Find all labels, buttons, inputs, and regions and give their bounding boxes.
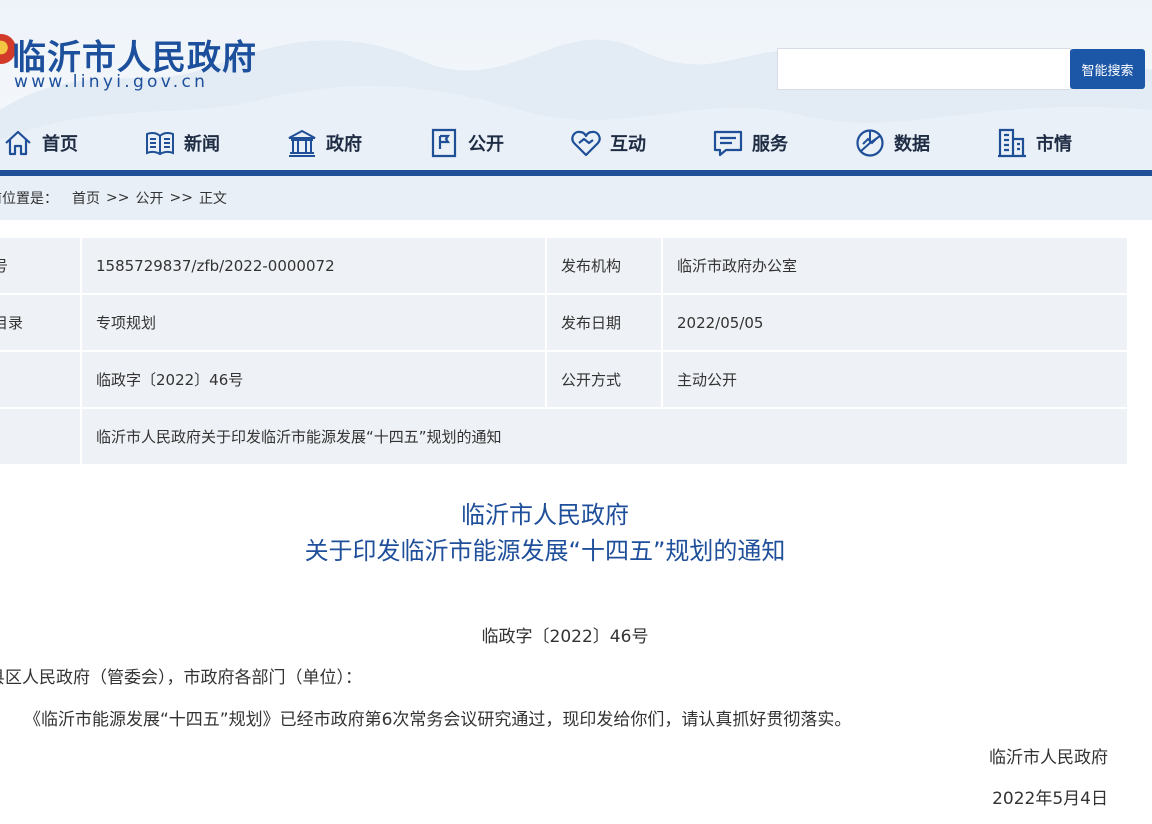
site-header: 临沂市人民政府 www.linyi.gov.cn 智能搜索 首页 新闻 政府 公… [0, 0, 1152, 176]
document-title: 临沂市人民政府 关于印发临沂市能源发展“十四五”规划的通知 [0, 497, 1090, 569]
meta-value: 临沂市政府办公室 [661, 238, 1127, 293]
document-signature: 临沂市人民政府 [989, 748, 1108, 768]
home-icon [5, 130, 31, 156]
meta-value: 临政字〔2022〕46号 [80, 352, 545, 407]
document-date: 2022年5月4日 [992, 789, 1108, 809]
meta-key: 号 [0, 352, 80, 407]
site-domain: www.linyi.gov.cn [14, 72, 209, 92]
nav-item-label: 政府 [326, 134, 362, 155]
nav-item-city[interactable]: 市情 [996, 120, 1072, 166]
nav-item-data[interactable]: 数据 [854, 120, 930, 166]
meta-key: 开目录 [0, 295, 80, 350]
site-logo[interactable]: 临沂市人民政府 www.linyi.gov.cn [0, 30, 286, 96]
nav-item-label: 市情 [1036, 134, 1072, 155]
meta-key: 引号 [0, 238, 80, 293]
breadcrumb-separator: >> [169, 190, 193, 206]
nav-item-label: 服务 [752, 134, 788, 155]
breadcrumb-link-disclosure[interactable]: 公开 [135, 188, 163, 208]
meta-key: 公开方式 [545, 352, 661, 407]
document-title-line1: 临沂市人民政府 [461, 501, 629, 529]
news-icon [146, 131, 174, 156]
nav-item-disclosure[interactable]: 公开 [428, 120, 504, 166]
meta-value: 2022/05/05 [661, 295, 1127, 350]
nav-item-interaction[interactable]: 互动 [570, 120, 646, 166]
data-icon [856, 129, 884, 157]
nav-item-label: 数据 [894, 134, 930, 155]
main-nav: 首页 新闻 政府 公开 互动 服务 数据 市情 [0, 120, 1152, 166]
search-input[interactable] [777, 48, 1071, 90]
nav-item-label: 首页 [42, 134, 78, 155]
nav-item-service[interactable]: 服务 [712, 120, 788, 166]
document-title-line2: 关于印发临沂市能源发展“十四五”规划的通知 [304, 537, 786, 565]
nav-item-home[interactable]: 首页 [2, 120, 78, 166]
document-salutation: 县区人民政府（管委会），市政府各部门（单位）： [0, 668, 362, 688]
service-icon [713, 130, 743, 157]
table-row: 引号 1585729837/zfb/2022-0000072 发布机构 临沂市政… [0, 238, 1127, 293]
table-row: 题 临沂市人民政府关于印发临沂市能源发展“十四五”规划的通知 [0, 409, 1127, 464]
city-icon [998, 128, 1026, 158]
disclosure-icon [431, 128, 457, 158]
meta-key: 发布日期 [545, 295, 661, 350]
table-row: 开目录 专项规划 发布日期 2022/05/05 [0, 295, 1127, 350]
breadcrumb-label: 前位置是： [0, 191, 58, 207]
table-row: 号 临政字〔2022〕46号 公开方式 主动公开 [0, 352, 1127, 407]
meta-key: 发布机构 [545, 238, 661, 293]
government-building-icon [288, 129, 316, 157]
meta-key: 题 [0, 409, 80, 464]
breadcrumb-current: 正文 [198, 191, 227, 207]
nav-item-government[interactable]: 政府 [286, 120, 362, 166]
breadcrumb: 前位置是： 首页 >> 公开 >> 正文 [0, 176, 1152, 220]
nav-item-label: 互动 [610, 134, 646, 155]
document-body: 《临沂市能源发展“十四五”规划》已经市政府第6次常务会议研究通过，现印发给你们，… [24, 710, 852, 730]
nav-item-label: 公开 [468, 134, 504, 155]
nav-item-news[interactable]: 新闻 [144, 120, 220, 166]
meta-value: 专项规划 [80, 295, 545, 350]
document-number: 临政字〔2022〕46号 [481, 627, 649, 647]
search-button[interactable]: 智能搜索 [1070, 49, 1145, 89]
breadcrumb-link-home[interactable]: 首页 [72, 188, 100, 208]
breadcrumb-separator: >> [106, 190, 130, 206]
interaction-icon [571, 130, 601, 157]
meta-value: 主动公开 [661, 352, 1127, 407]
meta-value: 1585729837/zfb/2022-0000072 [80, 238, 545, 293]
meta-value-title: 临沂市人民政府关于印发临沂市能源发展“十四五”规划的通知 [80, 409, 1127, 464]
document-metadata-table: 引号 1585729837/zfb/2022-0000072 发布机构 临沂市政… [0, 236, 1127, 466]
nav-item-label: 新闻 [184, 134, 220, 155]
